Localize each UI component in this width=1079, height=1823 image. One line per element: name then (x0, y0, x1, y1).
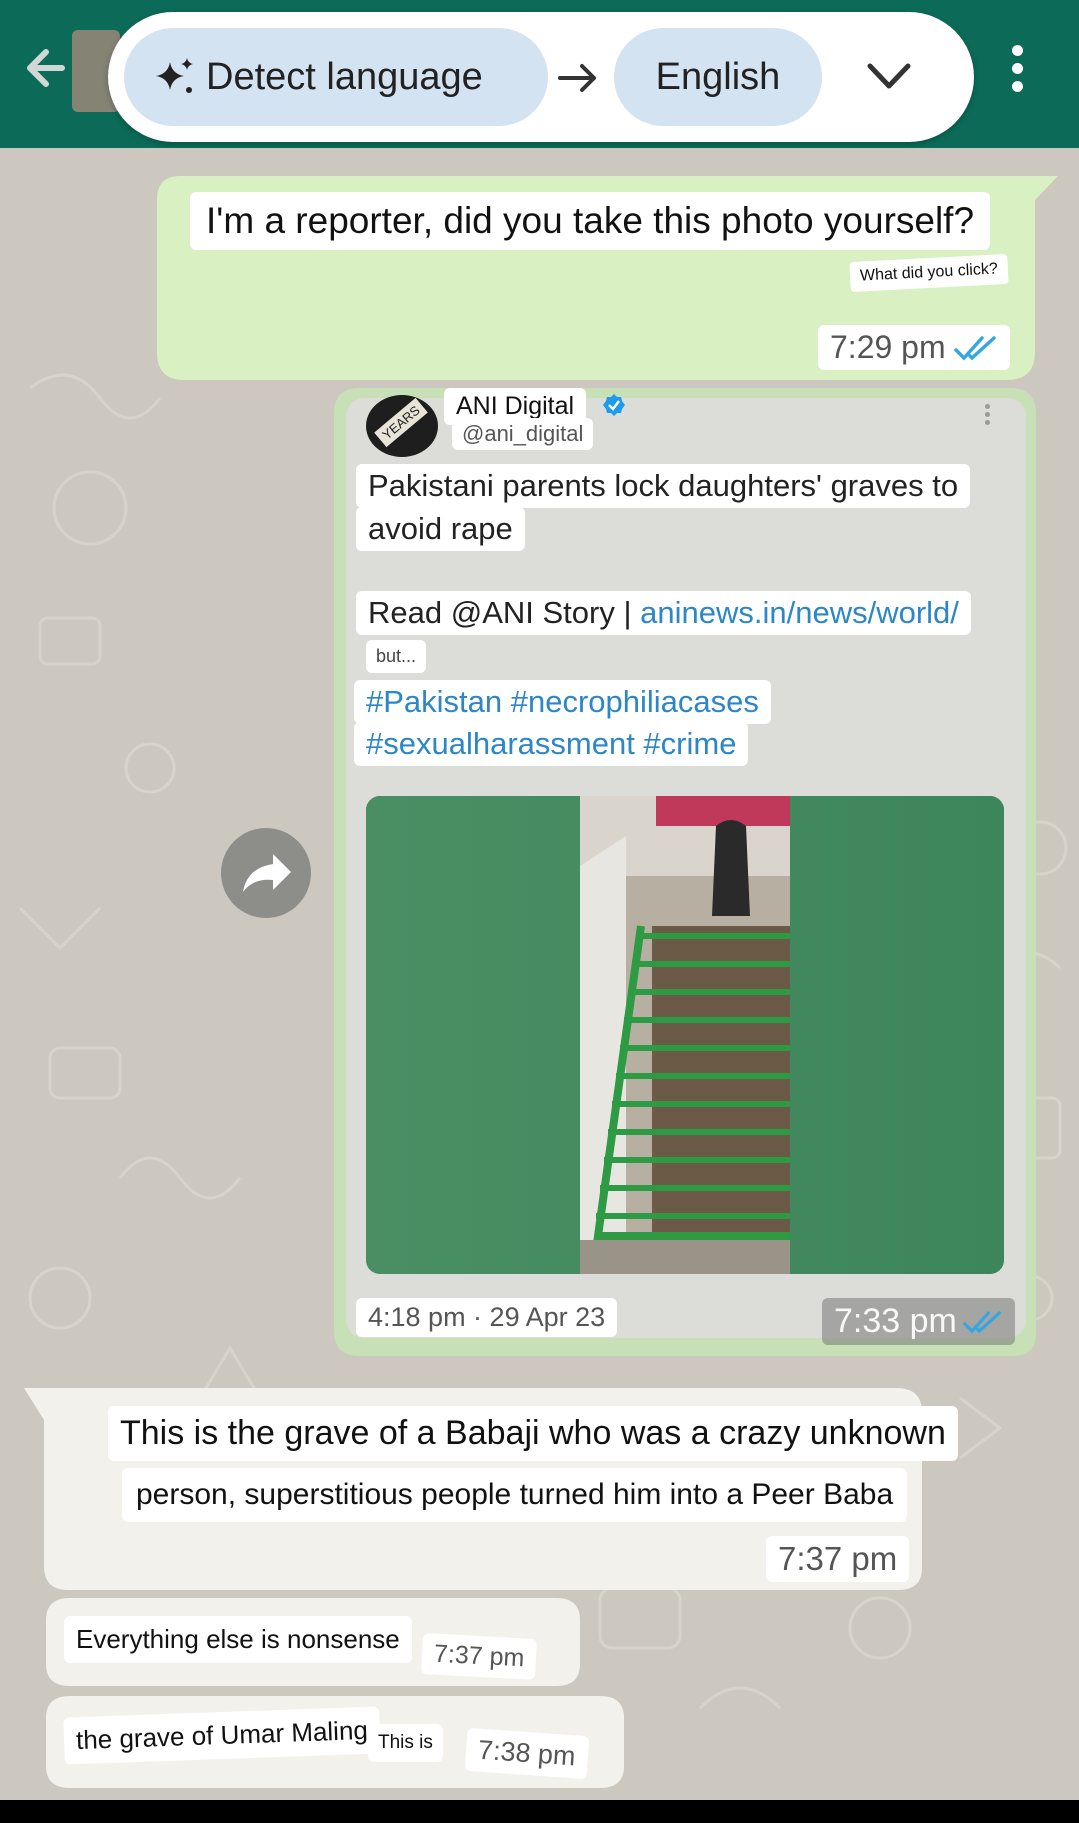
message-time: 7:38 pm (464, 1727, 589, 1780)
truncated-text: but... (366, 640, 427, 673)
grave-photo-drawing (366, 796, 1004, 1274)
message-text-line1: This is the grave of a Babaji who was a … (108, 1406, 958, 1461)
message-time: 7:37 pm (766, 1536, 910, 1582)
hashtags-line2[interactable]: #sexualharassment #crime (354, 722, 749, 766)
message-text: Everything else is nonsense (64, 1616, 412, 1663)
message-fragment: This is (368, 1724, 443, 1762)
tweet-photo[interactable] (366, 796, 1004, 1274)
forward-button[interactable] (221, 828, 311, 918)
story-link[interactable]: aninews.in/news/world/ (640, 595, 959, 630)
read-prefix: Read @ANI Story | (368, 595, 641, 630)
message-time-label: 7:29 pm (830, 329, 946, 365)
verified-badge-icon (603, 394, 625, 416)
forward-icon (243, 854, 291, 892)
message-time: 7:33 pm (822, 1298, 1015, 1345)
message-time-label: 7:33 pm (834, 1302, 957, 1340)
account-logo: YEARS (366, 395, 438, 457)
double-tick-icon (953, 335, 996, 361)
hashtags-line1[interactable]: #Pakistan #necrophiliacases (354, 680, 771, 724)
double-tick-icon (963, 1310, 1001, 1333)
tweet-headline-line2: avoid rape (356, 507, 525, 551)
message-time: 7:29 pm (818, 325, 1010, 370)
tweet-headline-line1: Pakistani parents lock daughters' graves… (356, 464, 971, 508)
tweet-read-line: Read @ANI Story | aninews.in/news/world/ (356, 591, 971, 635)
navigation-bar (0, 1800, 1079, 1823)
message-text: I'm a reporter, did you take this photo … (190, 192, 991, 250)
tweet-more-icon (985, 403, 993, 425)
tweet-posted-date: 4:18 pm · 29 Apr 23 (356, 1298, 618, 1337)
message-text-line2: person, superstitious people turned him … (122, 1468, 908, 1522)
message-time: 7:37 pm (421, 1633, 538, 1680)
account-handle: @ani_digital (452, 418, 594, 450)
